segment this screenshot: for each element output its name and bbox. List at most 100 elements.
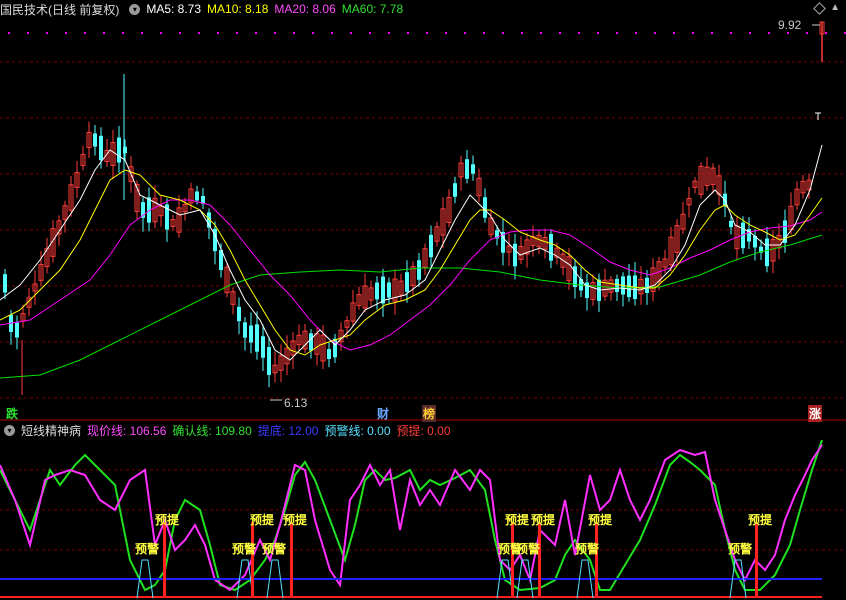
yuti-label: 预提 (531, 512, 556, 527)
candle-body (645, 277, 649, 293)
dot-marker (806, 32, 808, 34)
dot-marker (141, 32, 143, 34)
dot-marker (597, 32, 599, 34)
marker-bang[interactable]: 榜 (422, 405, 437, 422)
candle-body (381, 276, 385, 304)
yuti-label: 预提 (505, 512, 530, 527)
candle-body (3, 274, 7, 293)
dot-marker (445, 32, 447, 34)
marker-zhang[interactable]: 涨 (808, 405, 823, 422)
dot-marker (236, 32, 238, 34)
dot-marker (27, 32, 29, 34)
yuti-bar (755, 522, 758, 598)
dot-marker (635, 32, 637, 34)
candle-body (267, 347, 271, 375)
candle-body (249, 325, 253, 343)
dot-marker (578, 32, 580, 34)
yuti-label: 预提 (155, 512, 180, 527)
yuti-bar (538, 522, 541, 598)
candle-body (327, 349, 331, 359)
dot-marker (350, 32, 352, 34)
dot-marker (255, 32, 257, 34)
dot-marker (274, 32, 276, 34)
candle-body (483, 197, 487, 218)
yujing-label: 预警 (262, 541, 286, 556)
yuti-label: 预提 (748, 512, 773, 527)
candle-body (465, 159, 469, 179)
dot-marker (768, 32, 770, 34)
yujing-label: 预警 (516, 541, 540, 556)
dot-marker (616, 32, 618, 34)
yujing-label: 预警 (232, 541, 256, 556)
dot-marker (46, 32, 48, 34)
dot-marker (65, 32, 67, 34)
marker-cai[interactable]: 财 (377, 405, 389, 422)
candle-body (309, 333, 313, 351)
yuti-bar (163, 522, 166, 598)
dot-marker (407, 32, 409, 34)
dot-marker (293, 32, 295, 34)
yujing-label: 预警 (728, 541, 752, 556)
candle-body (513, 243, 517, 267)
kline-chart[interactable]: 预提 预提 预提 预提 预提 预提 预提预警 预警 预警 预警预警 预警 预警 (0, 0, 846, 600)
dot-marker (217, 32, 219, 34)
dot-marker (84, 32, 86, 34)
candle-body (261, 336, 265, 358)
candle-body (549, 233, 553, 261)
dot-marker (787, 32, 789, 34)
high-price-label: 9.92 (778, 18, 802, 32)
dot-marker (369, 32, 371, 34)
dot-marker (559, 32, 561, 34)
candle-body (615, 278, 619, 292)
candle-body (417, 260, 421, 280)
dot-marker (825, 32, 827, 34)
xianjia-line (0, 444, 823, 592)
yuti-bar (511, 522, 514, 598)
yujing-label: 预警 (135, 541, 159, 556)
dot-marker (749, 32, 751, 34)
candle-body (99, 135, 103, 161)
dot-marker (540, 32, 542, 34)
dot-marker (730, 32, 732, 34)
yuti-label: 预提 (283, 512, 308, 527)
candle-body (243, 322, 247, 338)
dot-marker (179, 32, 181, 34)
candle-body (117, 137, 121, 163)
candle-body (195, 191, 199, 201)
dot-marker (103, 32, 105, 34)
yuti-label: 预提 (588, 512, 613, 527)
dot-marker (654, 32, 656, 34)
low-price-label: 6.13 (284, 396, 308, 410)
dot-marker (426, 32, 428, 34)
dot-marker (692, 32, 694, 34)
candle-body (93, 133, 97, 147)
candle-body (375, 282, 379, 300)
dot-marker (122, 32, 124, 34)
yujing-label: 预警 (575, 541, 599, 556)
dot-marker (711, 32, 713, 34)
dot-marker (502, 32, 504, 34)
yuti-bar (290, 522, 293, 598)
candle-body (15, 322, 19, 338)
ma60-line (0, 234, 823, 379)
dot-marker (160, 32, 162, 34)
dot-marker (521, 32, 523, 34)
candle-body (405, 272, 409, 292)
candle-body (387, 282, 391, 298)
dot-marker (198, 32, 200, 34)
candle-body (255, 324, 259, 352)
candle-body (429, 234, 433, 258)
dot-marker (388, 32, 390, 34)
queren-line (0, 439, 823, 592)
dot-marker (483, 32, 485, 34)
dot-marker (673, 32, 675, 34)
candle-body (453, 183, 457, 197)
yuti-bar (595, 522, 598, 598)
dot-marker (8, 32, 10, 34)
candle-body (729, 220, 733, 228)
ma10-line (0, 169, 823, 356)
marker-die[interactable]: 跌 (6, 405, 18, 422)
dot-marker (312, 32, 314, 34)
dot-marker (464, 32, 466, 34)
candle-body (237, 306, 241, 322)
